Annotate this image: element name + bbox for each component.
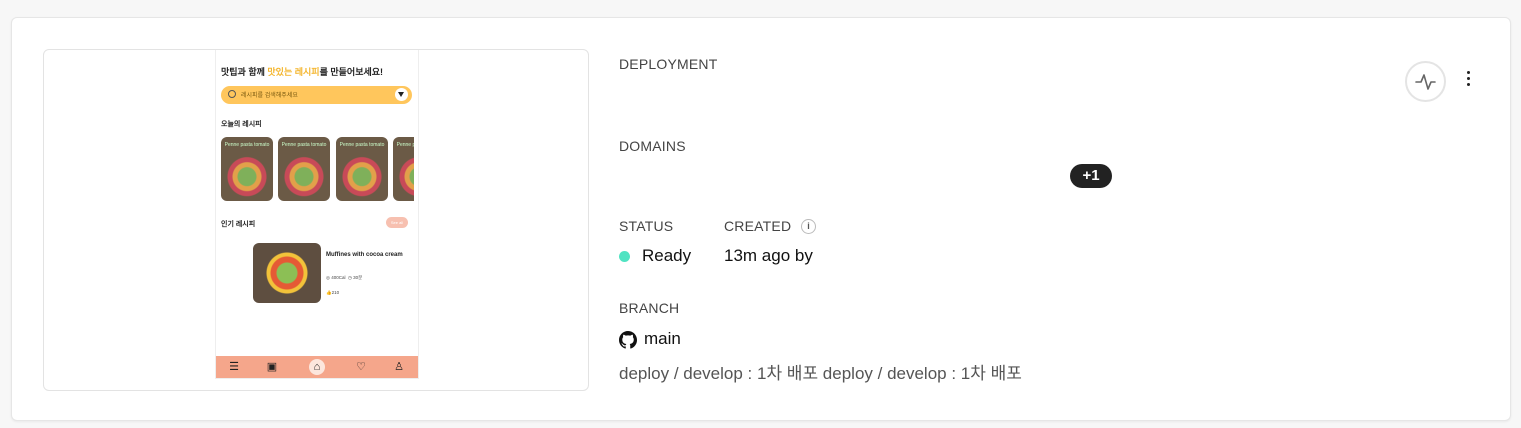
more-vertical-icon	[1458, 71, 1478, 86]
deployment-card: 맛팁과 함께 맛있는 레시피를 만들어보세요! 레시피를 검색해주세요 오늘의 …	[11, 17, 1511, 421]
deployment-preview[interactable]: 맛팁과 함께 맛있는 레시피를 만들어보세요! 레시피를 검색해주세요 오늘의 …	[43, 49, 589, 391]
popular-recipes-heading: 인기 레시피	[221, 221, 256, 228]
recipe-thumbnail: Penne pasta tomato	[336, 137, 388, 201]
search-icon	[228, 90, 236, 98]
created-label: CREATED	[724, 218, 792, 234]
domains-label: DOMAINS	[619, 138, 686, 154]
app-bottom-nav: ☰ ▣ ⌂ ♡ ♙	[216, 356, 418, 378]
popular-recipe-title: Muffines with cocoa cream	[326, 252, 403, 258]
popular-recipe-image	[253, 243, 321, 303]
gallery-icon: ▣	[266, 361, 278, 373]
status-label: STATUS	[619, 218, 674, 234]
status-indicator	[619, 251, 630, 262]
menu-icon: ☰	[229, 361, 239, 373]
branch-label: BRANCH	[619, 300, 680, 316]
activity-button[interactable]	[1405, 61, 1446, 102]
todays-recipes-list: Penne pasta tomato Penne pasta tomato Pe…	[221, 137, 414, 201]
dropdown-icon	[395, 88, 408, 101]
app-search-placeholder: 레시피를 검색해주세요	[241, 93, 298, 99]
branch-name[interactable]: main	[644, 329, 681, 349]
user-icon: ♙	[394, 361, 404, 373]
popular-recipe-likes: 👍210	[326, 290, 340, 295]
app-title: 맛팁과 함께 맛있는 레시피를 만들어보세요!	[221, 67, 384, 77]
recipe-thumbnail: Penne pasta tomato	[278, 137, 330, 201]
commit-message[interactable]: deploy / develop : 1차 배포 deploy / develo…	[619, 359, 1022, 384]
activity-icon	[1415, 74, 1436, 90]
created-value: 13m ago by	[724, 246, 813, 265]
recipe-thumbnail: Penne pasta tomato	[221, 137, 273, 201]
more-options-button[interactable]	[1458, 68, 1478, 94]
app-search-bar: 레시피를 검색해주세요	[221, 86, 412, 104]
info-icon[interactable]: i	[801, 219, 816, 234]
todays-recipes-heading: 오늘의 레시피	[221, 121, 262, 128]
deployment-label: DEPLOYMENT	[619, 56, 718, 72]
home-icon: ⌂	[309, 359, 325, 375]
status-value: Ready	[642, 246, 692, 265]
popular-recipe-meta: ◎ 400Cal ◷ 30분	[326, 275, 363, 280]
app-screenshot: 맛팁과 함께 맛있는 레시피를 만들어보세요! 레시피를 검색해주세요 오늘의 …	[215, 50, 419, 379]
recipe-thumbnail: Penne pasta tomato	[393, 137, 414, 201]
heart-icon: ♡	[356, 361, 366, 373]
domains-more-badge[interactable]: +1	[1070, 164, 1112, 188]
github-icon	[619, 331, 637, 349]
see-all-button: See all	[386, 217, 408, 228]
